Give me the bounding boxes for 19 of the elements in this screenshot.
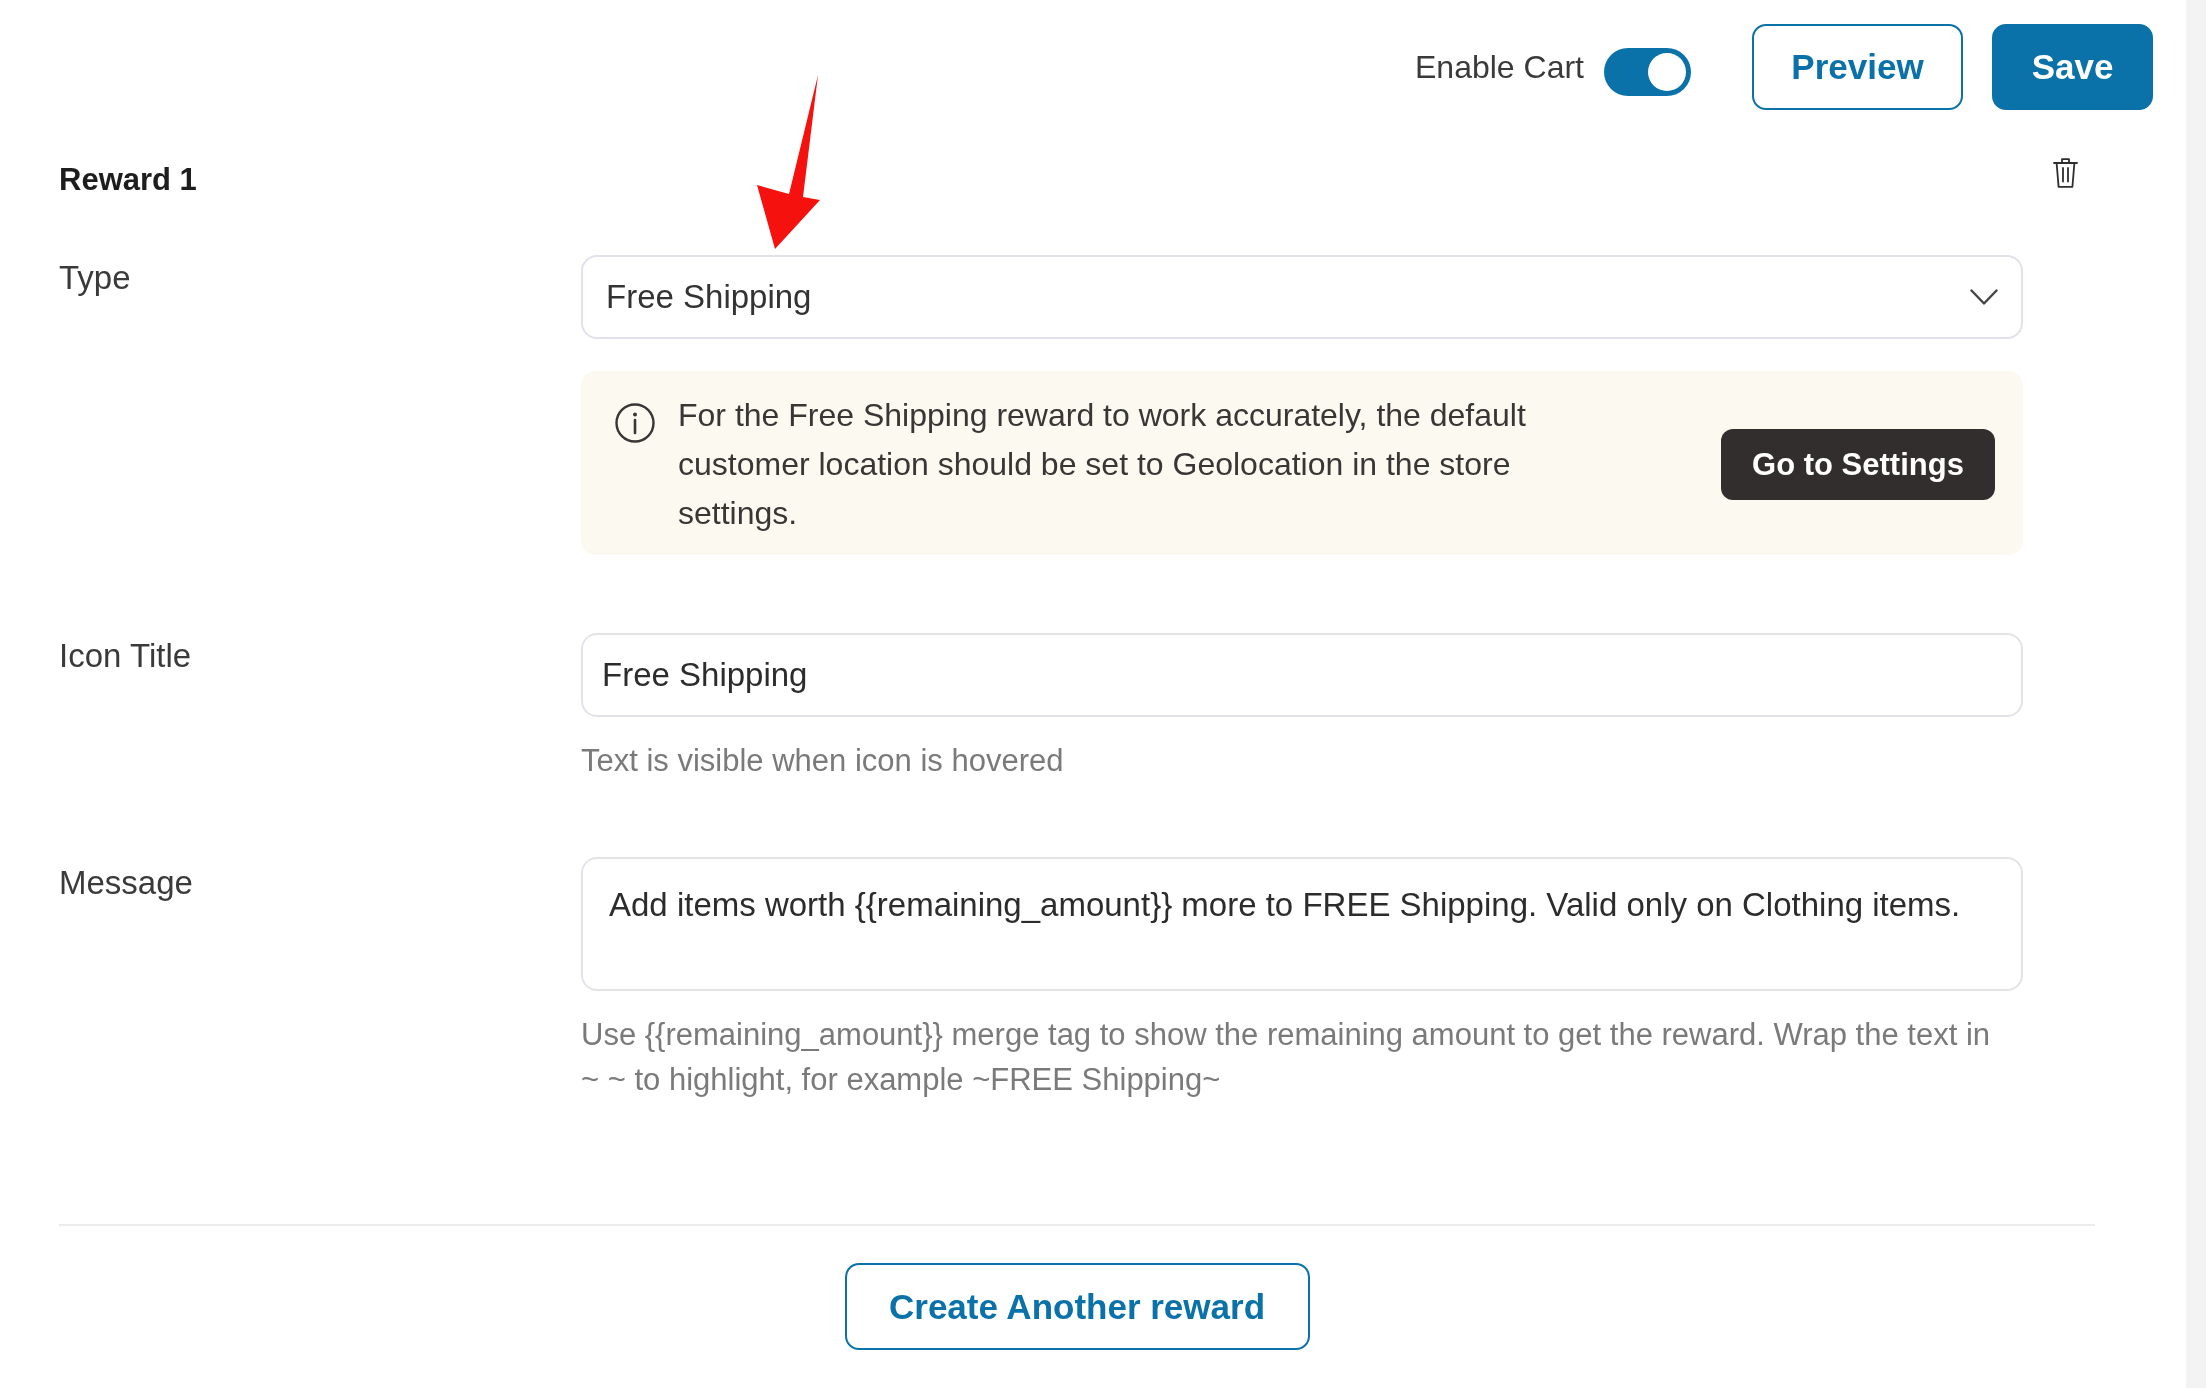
enable-cart-label: Enable Cart [1415,48,1584,86]
trash-icon[interactable] [2053,158,2078,188]
preview-button[interactable]: Preview [1752,24,1963,110]
type-label: Type [59,258,132,297]
settings-button[interactable]: Go to Settings [1721,429,1995,500]
icon-title-label: Icon Title [59,636,193,675]
message-label: Message [59,863,194,902]
create-reward-button[interactable]: Create Another reward [844,1263,1310,1350]
info-icon [615,403,655,443]
icon-title-field[interactable]: Free Shipping [581,633,2023,717]
save-button[interactable]: Save [1992,24,2153,110]
enable-cart-toggle[interactable] [1604,48,1691,96]
message-field[interactable]: Add items worth {{remaining_amount}} more to FREE Shipping. Valid only on Clothing items. [581,857,2023,991]
type-select[interactable]: Free Shipping [581,255,2023,339]
help-text: Text is visible when icon is hovered [581,742,1065,780]
notice-text: For the Free Shipping reward to work accurately, the default customer location should be set to Geolocation in the store settings. [678,396,1527,533]
reward-title: Reward 1 [59,162,197,198]
chevron-down-icon [1970,288,1998,306]
help-text: Use {{remaining_amount}} merge tag to show the remaining amount to get the reward. Wrap the text in ~ ~ to highlight, for example ~FREE Shipping~ [581,1016,1992,1099]
